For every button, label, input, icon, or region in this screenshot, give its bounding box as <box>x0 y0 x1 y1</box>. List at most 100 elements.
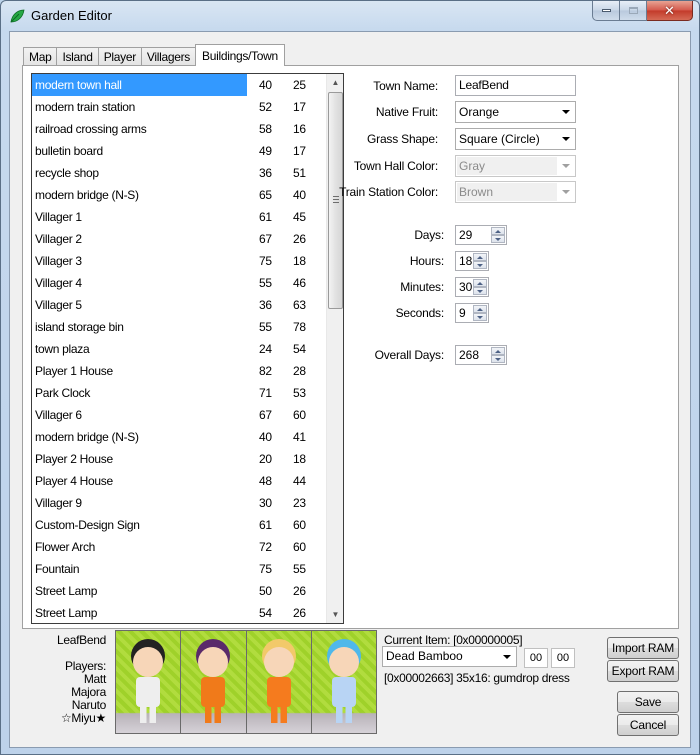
building-x: 65 <box>259 188 272 202</box>
list-item[interactable]: Player 4 House 48 44 <box>32 470 343 492</box>
native-fruit-value: Orange <box>459 105 500 119</box>
minutes-up[interactable] <box>473 279 487 287</box>
building-name: modern town hall <box>35 78 122 92</box>
save-button[interactable]: Save <box>617 691 679 713</box>
list-item[interactable]: Villager 2 67 26 <box>32 228 343 250</box>
list-item[interactable]: Fountain 75 55 <box>32 558 343 580</box>
list-item[interactable]: Villager 3 75 18 <box>32 250 343 272</box>
list-item[interactable]: modern train station 52 17 <box>32 96 343 118</box>
close-button[interactable]: ✕ <box>647 1 693 21</box>
item-flag-1-input[interactable]: 00 <box>524 648 548 668</box>
grass-shape-select[interactable]: Square (Circle) <box>455 128 576 150</box>
overall-days-up[interactable] <box>491 347 505 355</box>
days-label: Days: <box>414 228 444 242</box>
export-ram-button[interactable]: Export RAM <box>607 660 679 682</box>
player-portrait <box>181 631 246 733</box>
minutes-stepper[interactable]: 30 <box>455 277 489 297</box>
building-x: 75 <box>259 562 272 576</box>
list-item[interactable]: Villager 5 36 63 <box>32 294 343 316</box>
chevron-down-icon <box>562 190 570 194</box>
building-x: 36 <box>259 298 272 312</box>
tab-map[interactable]: Map <box>23 47 58 66</box>
native-fruit-label: Native Fruit: <box>375 105 438 119</box>
hours-up[interactable] <box>473 253 487 261</box>
buildings-list[interactable]: modern town hall 40 25 modern train station… <box>31 73 344 624</box>
building-name: Villager 3 <box>35 254 82 268</box>
avatar-head <box>198 647 229 677</box>
scroll-down-arrow[interactable]: ▼ <box>327 606 343 623</box>
player-name: Matt <box>83 672 106 686</box>
building-y: 55 <box>293 562 306 576</box>
list-item[interactable]: railroad crossing arms 58 16 <box>32 118 343 140</box>
list-item[interactable]: Player 1 House 82 28 <box>32 360 343 382</box>
seconds-label: Seconds: <box>395 306 445 320</box>
tab-player[interactable]: Player <box>97 47 142 66</box>
hours-stepper[interactable]: 18 <box>455 251 489 271</box>
building-name: Street Lamp <box>35 584 98 598</box>
building-name: Player 2 House <box>35 452 113 466</box>
list-item[interactable]: Street Lamp 50 26 <box>32 580 343 602</box>
hours-down[interactable] <box>473 261 487 269</box>
import-ram-button[interactable]: Import RAM <box>607 637 679 659</box>
list-item[interactable]: Villager 9 30 23 <box>32 492 343 514</box>
building-x: 55 <box>259 276 272 290</box>
building-x: 61 <box>259 518 272 532</box>
scroll-thumb[interactable] <box>328 92 343 309</box>
current-item-select[interactable]: Dead Bamboo <box>382 646 517 667</box>
maximize-button[interactable] <box>620 1 647 21</box>
list-item[interactable]: Villager 4 55 46 <box>32 272 343 294</box>
minimize-button[interactable] <box>592 1 620 21</box>
list-item[interactable]: Park Clock 71 53 <box>32 382 343 404</box>
days-down[interactable] <box>491 235 505 243</box>
title-bar[interactable]: Garden Editor ✕ <box>1 1 699 31</box>
minutes-value: 30 <box>459 280 473 294</box>
seconds-down[interactable] <box>473 313 487 321</box>
overall-days-value: 268 <box>459 348 480 362</box>
arrow-up-icon <box>477 307 483 311</box>
building-name: Villager 2 <box>35 232 82 246</box>
arrow-up-icon <box>495 349 501 353</box>
days-stepper[interactable]: 29 <box>455 225 507 245</box>
tab-villagers[interactable]: Villagers <box>140 47 197 66</box>
native-fruit-select[interactable]: Orange <box>455 101 576 123</box>
building-y: 60 <box>293 408 306 422</box>
client-area: Map Island Player Villagers Buildings/To… <box>9 31 691 748</box>
building-y: 53 <box>293 386 306 400</box>
tab-island[interactable]: Island <box>56 47 99 66</box>
building-name: Player 4 House <box>35 474 113 488</box>
list-item[interactable]: Player 2 House 20 18 <box>32 448 343 470</box>
town-name-input[interactable]: LeafBend <box>455 75 576 96</box>
building-y: 51 <box>293 166 306 180</box>
list-item[interactable]: town plaza 24 54 <box>32 338 343 360</box>
building-x: 24 <box>259 342 272 356</box>
overall-days-stepper[interactable]: 268 <box>455 345 507 365</box>
list-item[interactable]: modern bridge (N-S) 40 41 <box>32 426 343 448</box>
list-item[interactable]: bulletin board 49 17 <box>32 140 343 162</box>
list-item[interactable]: Flower Arch 72 60 <box>32 536 343 558</box>
tab-buildings-town[interactable]: Buildings/Town <box>195 44 285 66</box>
building-y: 54 <box>293 342 306 356</box>
list-item[interactable]: island storage bin 55 78 <box>32 316 343 338</box>
list-item[interactable]: Villager 1 61 45 <box>32 206 343 228</box>
building-name: modern bridge (N-S) <box>35 430 139 444</box>
list-item[interactable]: Villager 6 67 60 <box>32 404 343 426</box>
days-up[interactable] <box>491 227 505 235</box>
list-item[interactable]: modern bridge (N-S) 65 40 <box>32 184 343 206</box>
building-x: 55 <box>259 320 272 334</box>
list-item[interactable]: recycle shop 36 51 <box>32 162 343 184</box>
list-item[interactable]: Custom-Design Sign 61 60 <box>32 514 343 536</box>
minutes-down[interactable] <box>473 287 487 295</box>
list-item[interactable]: Street Lamp 54 26 <box>32 602 343 623</box>
building-y: 25 <box>293 78 306 92</box>
building-name: Park Clock <box>35 386 91 400</box>
seconds-stepper[interactable]: 9 <box>455 303 489 323</box>
seconds-up[interactable] <box>473 305 487 313</box>
cancel-button[interactable]: Cancel <box>617 714 679 736</box>
building-y: 63 <box>293 298 306 312</box>
overall-days-down[interactable] <box>491 355 505 363</box>
building-x: 67 <box>259 232 272 246</box>
building-name: Fountain <box>35 562 80 576</box>
item-flag-2-input[interactable]: 00 <box>551 648 575 668</box>
player-portrait <box>311 631 376 733</box>
list-item[interactable]: modern town hall 40 25 <box>32 74 343 96</box>
